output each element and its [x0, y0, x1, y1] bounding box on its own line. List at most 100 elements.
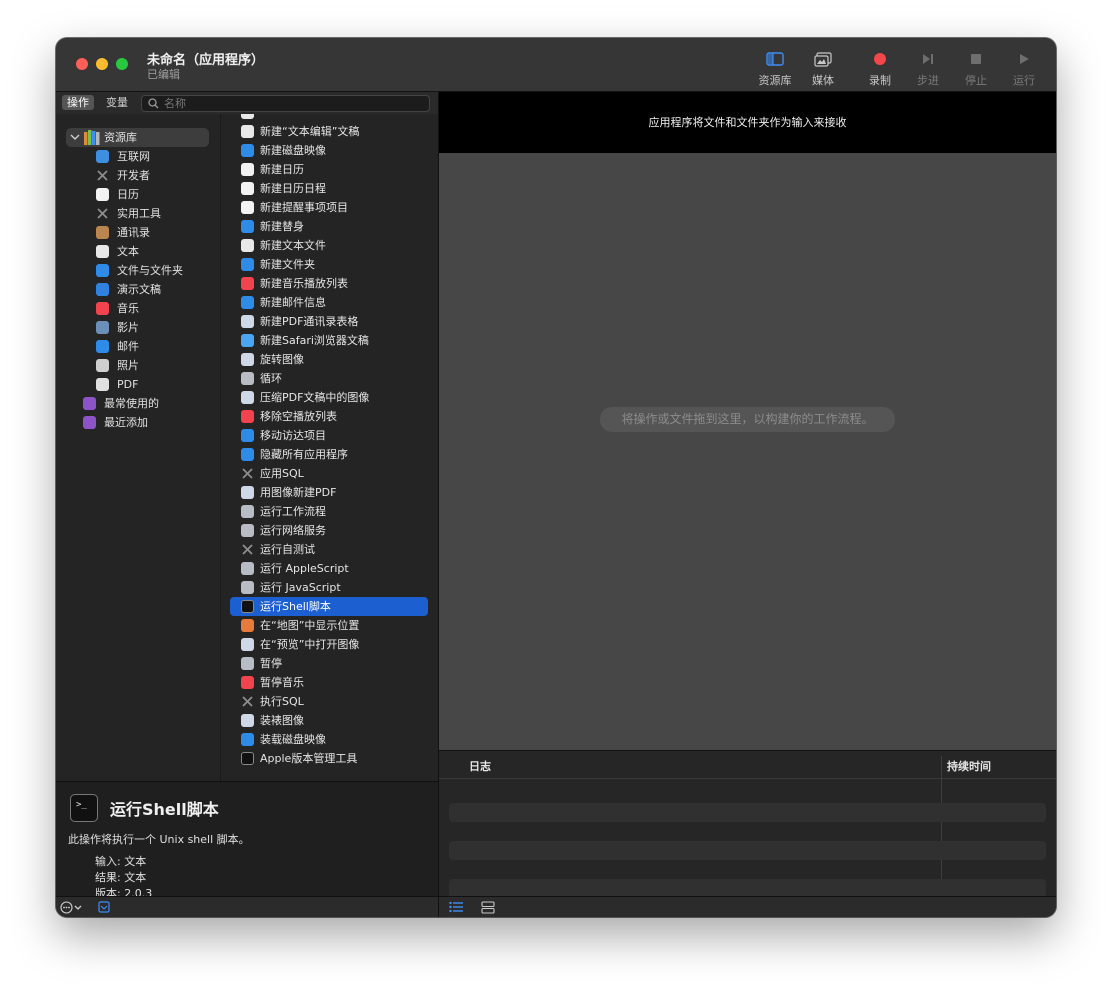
action-row[interactable]: 隐藏所有应用程序 — [230, 445, 428, 464]
description-toggle-icon[interactable] — [98, 901, 110, 916]
action-row-label: Apple版本管理工具 — [260, 752, 358, 765]
library-search-bar: 操作 变量 — [56, 92, 438, 114]
preview-icon — [241, 486, 254, 499]
action-row-label: 用图像新建PDF — [260, 486, 337, 499]
action-row-label: 暂停 — [260, 657, 282, 670]
action-row-label: 运行工作流程 — [260, 505, 326, 518]
action-row[interactable]: 新建Safari浏览器文稿 — [230, 331, 428, 350]
search-field[interactable] — [141, 95, 430, 112]
finder-icon — [241, 220, 254, 233]
action-row[interactable]: 执行SQL — [230, 692, 428, 711]
close-window-button[interactable] — [76, 58, 88, 70]
action-row[interactable]: 暂停 — [230, 654, 428, 673]
search-input[interactable] — [164, 96, 414, 111]
record-toolbar-button[interactable]: 录制 — [856, 50, 904, 90]
action-row-label: 新建Safari浏览器文稿 — [260, 334, 369, 347]
action-row[interactable]: 运行自测试 — [230, 540, 428, 559]
action-row-label: 新建磁盘映像 — [260, 144, 326, 157]
category-item-label: 照片 — [117, 359, 139, 372]
action-row-label: 在“预览”中打开图像 — [260, 638, 360, 651]
zoom-window-button[interactable] — [116, 58, 128, 70]
action-row[interactable]: 运行 JavaScript — [230, 578, 428, 597]
action-row[interactable]: 循环 — [230, 369, 428, 388]
action-row[interactable]: 用图像新建PDF — [230, 483, 428, 502]
minimize-window-button[interactable] — [96, 58, 108, 70]
media-toolbar-button[interactable]: 媒体 — [799, 50, 847, 90]
globe-icon — [96, 150, 109, 163]
library-toolbar-button[interactable]: 资源库 — [751, 50, 799, 90]
action-row-label: 在“地图”中显示位置 — [260, 619, 360, 632]
library-pane: 操作 变量 资源库 互联网开发者日历实用工具通讯录文本文件与文件夹演示文稿音乐影… — [56, 92, 439, 781]
duration-column-header[interactable]: 持续时间 — [947, 758, 991, 774]
step-toolbar-button[interactable]: 步进 — [904, 50, 952, 90]
calendar-icon — [241, 182, 254, 195]
category-item-label: 开发者 — [117, 169, 150, 182]
category-library-root[interactable]: 资源库 — [66, 128, 209, 147]
action-row-label: 装载磁盘映像 — [260, 733, 326, 746]
action-row[interactable]: 运行工作流程 — [230, 502, 428, 521]
description-input: 输入: 文本 — [95, 855, 147, 868]
step-toolbar-label: 步进 — [917, 74, 939, 87]
split-view-icon[interactable] — [481, 901, 495, 917]
automator-icon — [241, 372, 254, 385]
action-row[interactable]: 新建音乐播放列表 — [230, 274, 428, 293]
action-row[interactable]: 运行 AppleScript — [230, 559, 428, 578]
action-row[interactable]: 移除空播放列表 — [230, 407, 428, 426]
run-toolbar-label: 运行 — [1013, 74, 1035, 87]
action-row-partial[interactable] — [230, 114, 428, 122]
maps-icon — [241, 619, 254, 632]
action-row[interactable]: 新建提醒事项项目 — [230, 198, 428, 217]
action-row-label: 压缩PDF文稿中的图像 — [260, 391, 370, 404]
action-row[interactable]: 应用SQL — [230, 464, 428, 483]
action-row[interactable]: 新建“文本编辑”文稿 — [230, 122, 428, 141]
action-row[interactable]: 新建文本文件 — [230, 236, 428, 255]
action-row[interactable]: 装裱图像 — [230, 711, 428, 730]
list-view-icon[interactable] — [449, 901, 463, 916]
tab-actions[interactable]: 操作 — [62, 95, 94, 110]
log-column-divider[interactable] — [941, 756, 942, 897]
action-row[interactable]: 运行网络服务 — [230, 521, 428, 540]
action-row-label: 新建PDF通讯录表格 — [260, 315, 359, 328]
action-row-label: 运行 JavaScript — [260, 581, 341, 594]
terminal-icon: >_ — [70, 794, 98, 822]
action-row[interactable]: 新建日历日程 — [230, 179, 428, 198]
action-row[interactable]: 压缩PDF文稿中的图像 — [230, 388, 428, 407]
action-row-label: 暂停音乐 — [260, 676, 304, 689]
automator-window: 未命名（应用程序） 已编辑 资源库 媒体 录制 步进 停止 运行 操作 变量 名… — [56, 38, 1056, 917]
action-row[interactable]: 新建替身 — [230, 217, 428, 236]
finder-icon — [241, 733, 254, 746]
action-row[interactable]: 在“地图”中显示位置 — [230, 616, 428, 635]
more-options-icon[interactable] — [60, 901, 84, 917]
log-column-header[interactable]: 日志 — [469, 758, 491, 774]
action-row[interactable]: 装载磁盘映像 — [230, 730, 428, 749]
library-bottom-bar — [56, 896, 439, 917]
description-result: 结果: 文本 — [95, 871, 147, 884]
sidebar-icon — [766, 52, 784, 66]
contacts-icon — [96, 226, 109, 239]
action-row[interactable]: 暂停音乐 — [230, 673, 428, 692]
action-row[interactable]: Apple版本管理工具 — [230, 749, 428, 768]
action-row[interactable]: 新建文件夹 — [230, 255, 428, 274]
tools-icon — [241, 695, 254, 708]
tools-icon — [96, 169, 109, 182]
action-row-label: 循环 — [260, 372, 282, 385]
category-item-label: 最近添加 — [104, 416, 148, 429]
action-row[interactable]: 新建磁盘映像 — [230, 141, 428, 160]
action-row[interactable]: 在“预览”中打开图像 — [230, 635, 428, 654]
action-row-selected[interactable]: 运行Shell脚本 — [230, 597, 428, 616]
action-row[interactable]: 新建PDF通讯录表格 — [230, 312, 428, 331]
chevron-down-icon[interactable] — [70, 128, 80, 153]
action-row-label: 运行自测试 — [260, 543, 315, 556]
stop-toolbar-button[interactable]: 停止 — [952, 50, 1000, 90]
action-row[interactable]: 新建日历 — [230, 160, 428, 179]
tab-variables[interactable]: 变量 — [101, 95, 133, 110]
action-row[interactable]: 移动访达项目 — [230, 426, 428, 445]
action-row[interactable]: 新建邮件信息 — [230, 293, 428, 312]
workflow-canvas[interactable]: 将操作或文件拖到这里，以构建你的工作流程。 — [439, 153, 1056, 750]
action-row-label: 旋转图像 — [260, 353, 304, 366]
run-toolbar-button[interactable]: 运行 — [1000, 50, 1048, 90]
media-toolbar-label: 媒体 — [812, 74, 834, 87]
action-row[interactable]: 旋转图像 — [230, 350, 428, 369]
smart-folder-icon — [83, 416, 96, 429]
photo-icon — [96, 359, 109, 372]
